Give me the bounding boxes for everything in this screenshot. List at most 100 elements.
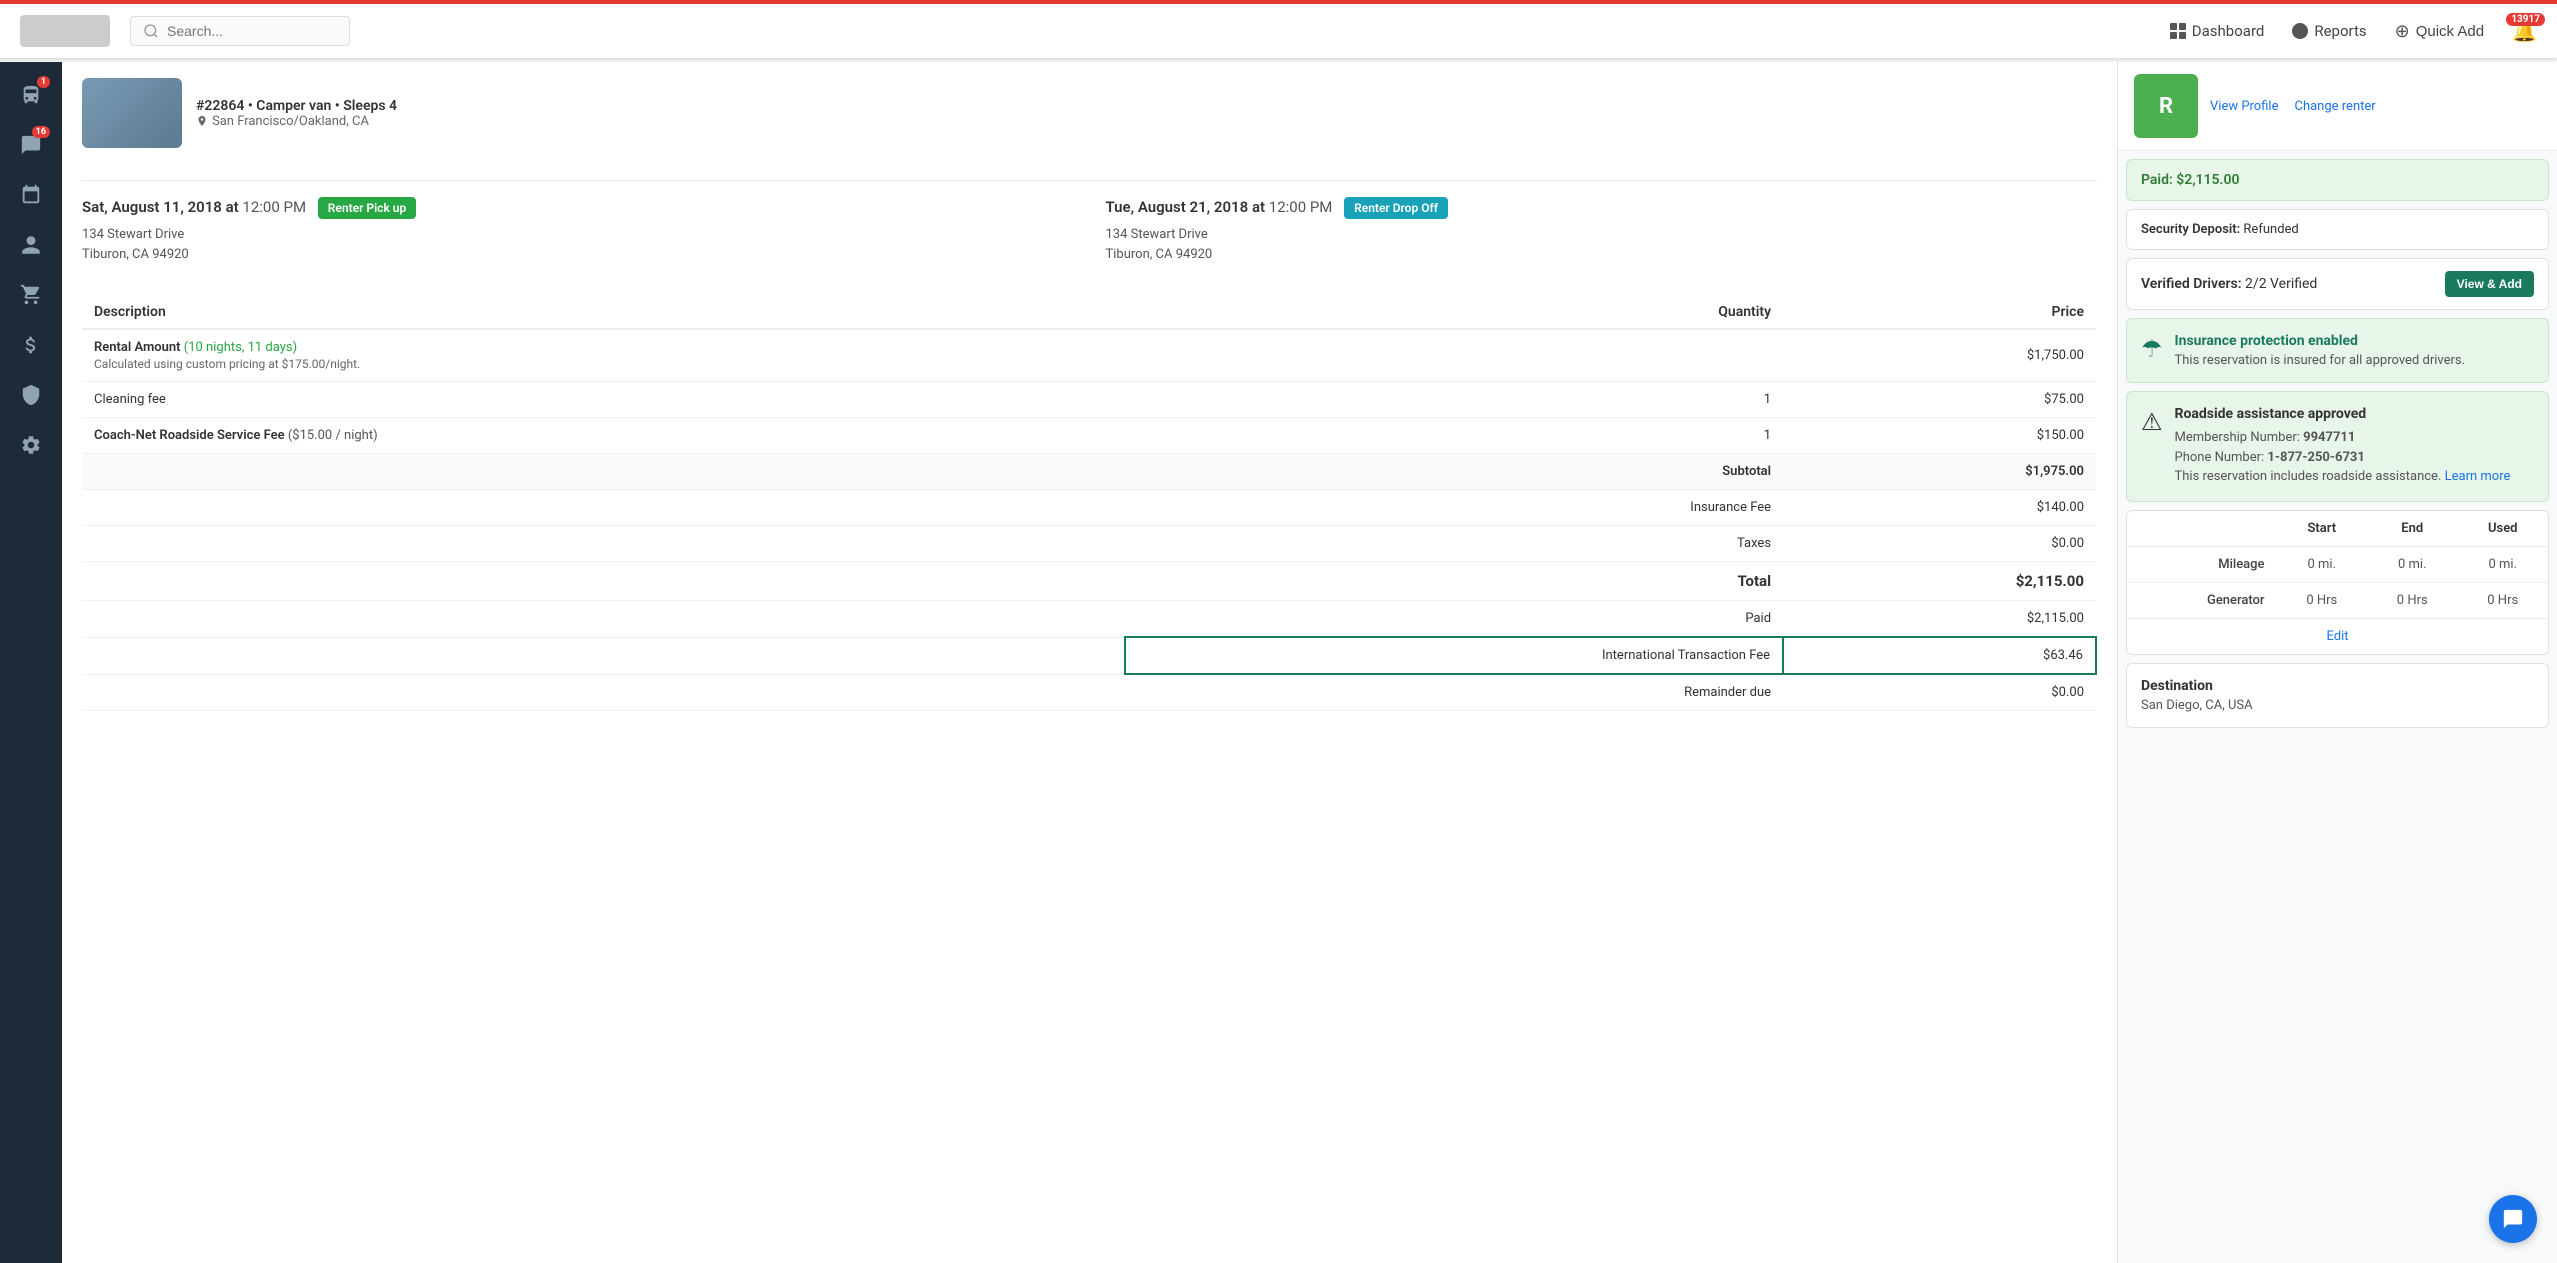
right-panel: R View Profile Change renter Paid: $2,11… [2117, 62, 2557, 1263]
col-description: Description [82, 296, 1125, 329]
col-quantity: Quantity [1125, 296, 1783, 329]
mileage-card: Start End Used Mileage 0 mi. 0 mi. 0 mi.… [2126, 510, 2549, 655]
mileage-start: 0 mi. [2277, 546, 2367, 582]
renter-card: R View Profile Change renter [2118, 62, 2557, 151]
total-row: Total $2,115.00 [82, 562, 2096, 601]
dropoff-date-block: Tue, August 21, 2018 at 12:00 PM Renter … [1106, 197, 2098, 264]
mileage-col-used: Used [2458, 511, 2549, 547]
generator-row-label: Generator [2127, 582, 2277, 618]
insurance-card: ☂ Insurance protection enabled This rese… [2126, 318, 2549, 383]
search-bar[interactable] [130, 16, 350, 46]
dashboard-link[interactable]: Dashboard [2170, 22, 2265, 40]
generator-end: 0 Hrs [2367, 582, 2457, 618]
destination-value: San Diego, CA, USA [2141, 698, 2534, 713]
vehicle-capacity: Sleeps 4 [343, 98, 397, 114]
cleaning-description: Cleaning fee [82, 382, 1125, 418]
dashboard-icon [2170, 23, 2186, 39]
rental-description: Rental Amount (10 nights, 11 days) Calcu… [82, 329, 1125, 382]
mileage-edit-row[interactable]: Edit [2127, 618, 2548, 654]
messages-badge: 16 [32, 126, 50, 138]
reports-link[interactable]: Reports [2292, 22, 2366, 40]
coach-label: Coach-Net Roadside Service Fee [94, 428, 288, 443]
chat-bubble-button[interactable] [2489, 1195, 2537, 1243]
vehicle-type: Camper van [256, 98, 331, 114]
paid-value: $2,115.00 [1783, 601, 2096, 638]
sidebar-item-shield[interactable] [8, 372, 54, 418]
coach-description: Coach-Net Roadside Service Fee ($15.00 /… [82, 418, 1125, 454]
bus-icon [20, 84, 42, 106]
intl-fee-row: International Transaction Fee $63.46 [82, 637, 2096, 674]
vehicle-sep2: • [335, 98, 343, 114]
total-empty [82, 562, 1125, 601]
remainder-value: $0.00 [1783, 674, 2096, 711]
search-icon [143, 23, 159, 39]
sidebar-item-cart[interactable] [8, 272, 54, 318]
cleaning-price: $75.00 [1783, 382, 2096, 418]
roadside-title: Roadside assistance approved [2175, 406, 2511, 422]
membership-label: Membership Number: [2175, 430, 2300, 445]
search-input[interactable] [167, 23, 327, 39]
destination-card: Destination San Diego, CA, USA [2126, 663, 2549, 728]
total-value: $2,115.00 [1783, 562, 2096, 601]
drivers-label: Verified Drivers: [2141, 276, 2242, 292]
mileage-end: 0 mi. [2367, 546, 2457, 582]
subtotal-row: Subtotal $1,975.00 [82, 454, 2096, 490]
mileage-row: Mileage 0 mi. 0 mi. 0 mi. [2127, 546, 2548, 582]
pickup-addr2: Tiburon, CA 94920 [82, 247, 189, 262]
cleaning-quantity: 1 [1125, 382, 1783, 418]
rental-nights: (10 nights, 11 days) [184, 340, 297, 355]
sidebar-item-calendar[interactable] [8, 172, 54, 218]
mileage-edit-link[interactable]: Edit [2127, 618, 2548, 654]
sidebar-item-users[interactable] [8, 222, 54, 268]
taxes-row: Taxes $0.00 [82, 526, 2096, 562]
roadside-text: This reservation includes roadside assis… [2175, 469, 2442, 484]
logo[interactable] [20, 15, 110, 47]
quick-add-label: Quick Add [2416, 23, 2484, 40]
main-content: #22864 • Camper van • Sleeps 4 San Franc… [62, 62, 2557, 1263]
renter-actions: View Profile Change renter [2210, 99, 2376, 114]
dropoff-badge[interactable]: Renter Drop Off [1344, 197, 1448, 219]
coach-price: $150.00 [1783, 418, 2096, 454]
table-row: Cleaning fee 1 $75.00 [82, 382, 2096, 418]
pickup-date-block: Sat, August 11, 2018 at 12:00 PM Renter … [82, 197, 1074, 264]
mileage-row-label: Mileage [2127, 546, 2277, 582]
ins-label: Insurance Fee [1125, 490, 1783, 526]
pickup-addr1: 134 Stewart Drive [82, 227, 184, 242]
dashboard-label: Dashboard [2192, 22, 2265, 40]
person-icon [20, 234, 42, 256]
sidebar-item-messages[interactable]: 16 [8, 122, 54, 168]
rental-calc: Calculated using custom pricing at $175.… [94, 357, 1113, 371]
sidebar-item-settings[interactable] [8, 422, 54, 468]
remainder-row: Remainder due $0.00 [82, 674, 2096, 711]
sidebar-item-vehicles[interactable]: 1 [8, 72, 54, 118]
intl-fee-label: International Transaction Fee [1125, 637, 1783, 674]
view-add-button[interactable]: View & Add [2445, 271, 2534, 297]
ins-empty [82, 490, 1125, 526]
quick-add-button[interactable]: ⊕ Quick Add [2395, 21, 2484, 42]
generator-start: 0 Hrs [2277, 582, 2367, 618]
change-renter-link[interactable]: Change renter [2294, 99, 2375, 114]
location-pin-icon [196, 115, 208, 127]
notification-bell[interactable]: 🔔 13917 [2512, 19, 2537, 43]
paid-row: Paid $2,115.00 [82, 601, 2096, 638]
vehicle-name: #22864 • Camper van • Sleeps 4 [196, 98, 397, 114]
rem-empty [82, 674, 1125, 711]
dollar-icon [20, 334, 42, 356]
subtotal-value: $1,975.00 [1783, 454, 2096, 490]
pickup-badge[interactable]: Renter Pick up [318, 197, 416, 219]
sidebar-item-finances[interactable] [8, 322, 54, 368]
coach-nights: ($15.00 / night) [288, 428, 378, 443]
top-navigation: Dashboard Reports ⊕ Quick Add 🔔 13917 [0, 0, 2557, 58]
view-profile-link[interactable]: View Profile [2210, 99, 2278, 114]
learn-more-link[interactable]: Learn more [2445, 469, 2511, 484]
drivers-value: 2/2 Verified [2245, 276, 2317, 292]
nav-right: Dashboard Reports ⊕ Quick Add 🔔 13917 [2170, 19, 2537, 43]
pickup-date-main: Sat, August 11, 2018 at 12:00 PM Renter … [82, 197, 1074, 219]
roadside-description: This reservation includes roadside assis… [2175, 467, 2511, 487]
coach-quantity: 1 [1125, 418, 1783, 454]
membership-value: 9947711 [2303, 430, 2355, 445]
intl-fee-value: $63.46 [1783, 637, 2096, 674]
deposit-label: Security Deposit: [2141, 222, 2240, 237]
dropoff-addr1: 134 Stewart Drive [1106, 227, 1208, 242]
settings-icon [20, 434, 42, 456]
